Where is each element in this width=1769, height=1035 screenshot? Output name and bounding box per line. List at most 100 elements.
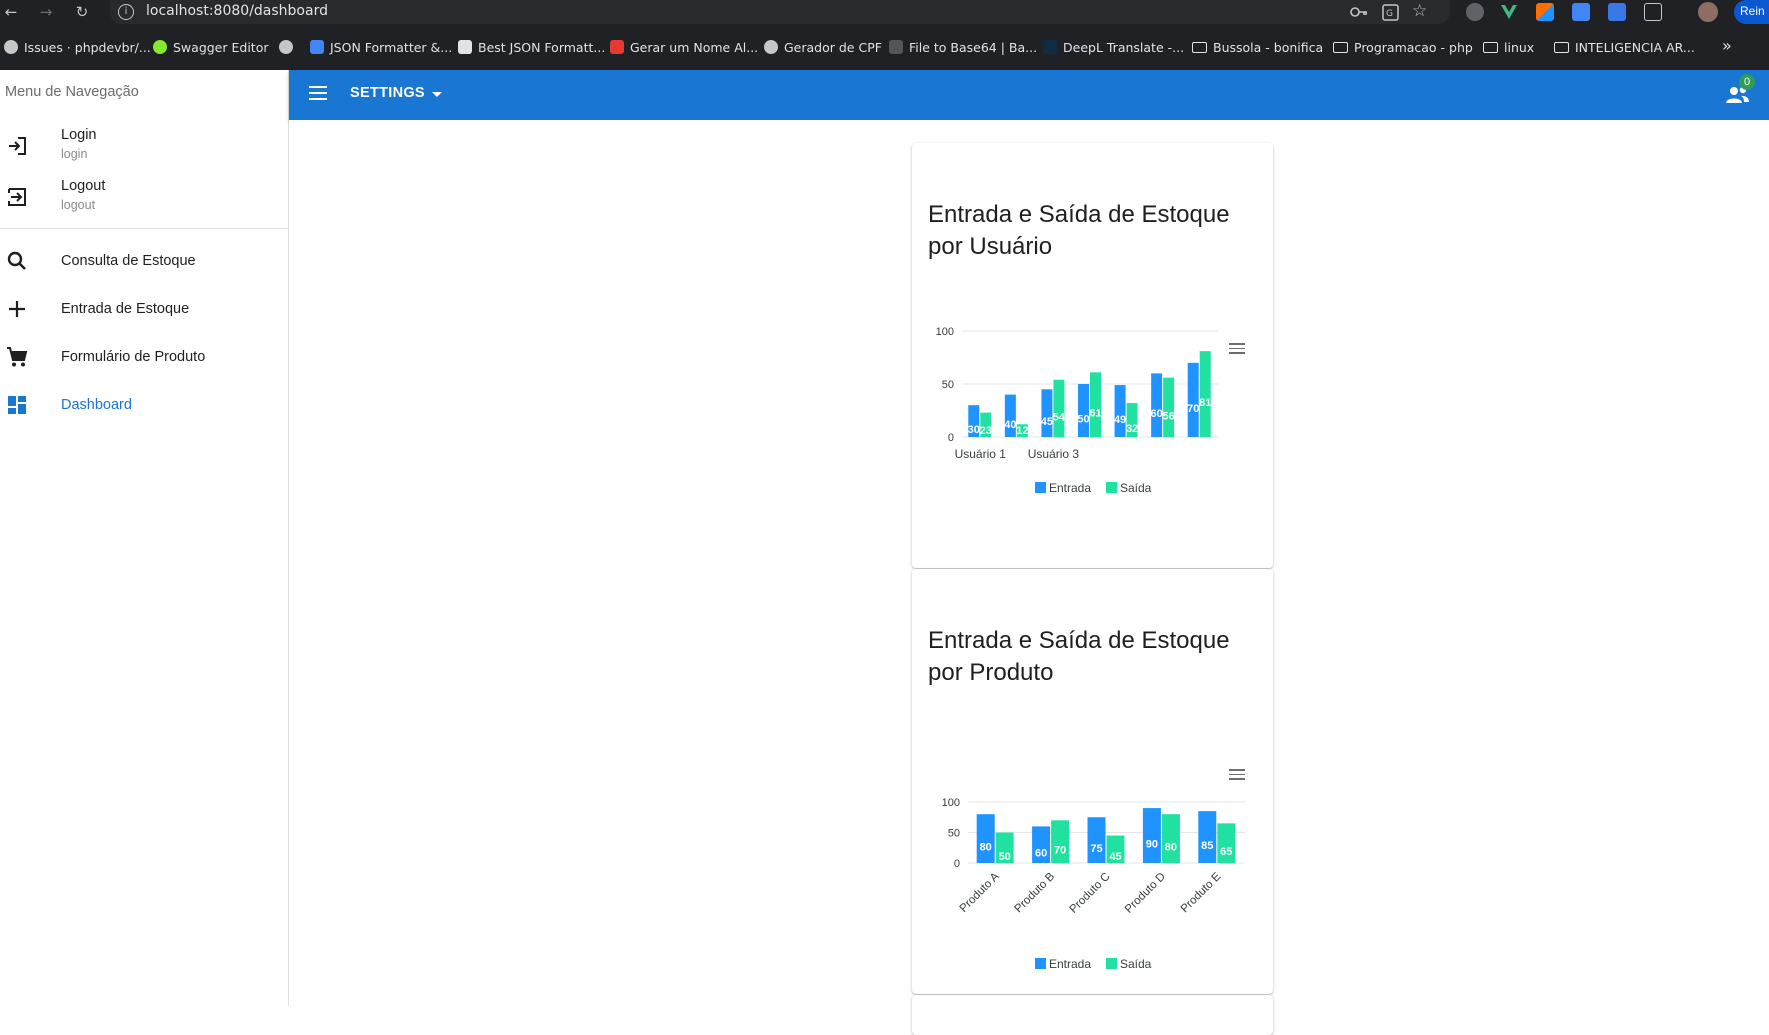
bookmark-item[interactable] [279,38,299,56]
bookmark-item[interactable]: Gerar um Nome Al... [610,38,758,56]
data-label: 50 [1077,414,1089,426]
bar-entrada [1114,385,1126,437]
nav-item-formulario-de-produto[interactable]: Formulário de Produto [0,334,288,380]
extension-icon[interactable] [1536,3,1554,21]
reload-icon[interactable]: ↻ [72,2,92,22]
caret-down-icon[interactable] [432,92,442,97]
bookmark-item[interactable]: File to Base64 | Ba... [889,38,1037,56]
checkbox-icon [310,40,324,54]
bookmark-item[interactable]: DeepL Translate -... [1043,38,1184,56]
bookmark-star-icon[interactable]: ☆ [1412,1,1427,21]
data-label: 60 [1151,408,1163,420]
bar-saída [1199,351,1211,437]
nav-item-entrada-de-estoque[interactable]: Entrada de Estoque [0,286,288,332]
legend-label: Saída [1120,957,1152,971]
bar-entrada [1041,389,1053,437]
data-label: 32 [1126,423,1138,435]
data-label: 60 [1035,848,1047,860]
base64-icon [889,40,903,54]
nav-item-consulta-de-estoque[interactable]: Consulta de Estoque [0,238,288,284]
data-label: 80 [980,842,992,854]
y-tick-label: 50 [942,379,954,391]
dashboard-icon [8,396,26,414]
bookmark-folder[interactable]: INTELIGENCIA AR... [1554,38,1695,56]
swagger-icon [153,40,167,54]
x-tick-label: Usuário 3 [1028,447,1080,461]
data-label: 70 [1054,845,1066,857]
bar-entrada [976,814,995,863]
bookmark-item[interactable]: JSON Formatter &... [310,38,452,56]
app-bar: SETTINGS 0 [289,70,1769,120]
address-bar[interactable]: i localhost:8080/dashboard G ☆ [110,0,1450,24]
nav-label: Entrada de Estoque [61,301,190,317]
translate-extension-icon[interactable] [1608,3,1626,21]
nav-item-logout[interactable]: Logout logout [0,172,288,218]
deepl-icon [1043,40,1057,54]
login-icon [9,137,26,155]
drawer-divider [0,228,288,229]
x-tick-label: Usuário 1 [955,447,1007,461]
x-tick-label: Produto C [1068,871,1113,916]
bookmark-item[interactable]: Gerador de CPF [764,38,882,56]
y-tick-label: 0 [948,432,954,444]
legend-swatch-saída [1106,958,1117,969]
bar-saída [1053,379,1065,437]
folder-icon [1483,41,1498,53]
bookmark-folder[interactable]: linux [1483,38,1534,56]
bookmark-folder[interactable]: Bussola - bonifica [1192,38,1323,56]
data-label: 12 [1016,425,1028,437]
nav-item-dashboard[interactable]: Dashboard [0,382,288,428]
nav-label: Formulário de Produto [61,349,206,365]
github-icon [4,40,18,54]
url-text[interactable]: localhost:8080/dashboard [146,3,328,19]
bookmark-item[interactable]: Issues · phpdevbr/... [4,38,151,56]
bookmark-item[interactable]: Best JSON Formatt... [458,38,605,56]
bar-entrada [1087,817,1106,863]
bar-saída [1163,377,1175,437]
nav-label: Dashboard [61,397,132,413]
folder-icon [1333,41,1348,53]
navigation-drawer: Menu de Navegação Login login Logout log… [0,70,289,1006]
legend-label: Entrada [1049,481,1091,495]
menu-icon[interactable] [309,86,327,100]
bar-chart-usuario: 05010030 23Usuário 1401245 54Usuário 350 61… [936,326,1218,495]
data-label: 49 [1114,414,1126,426]
data-label: 80 [1165,842,1177,854]
nav-sublabel: login [61,147,88,161]
shield-extension-icon[interactable] [1466,3,1484,21]
nav-label: Login [61,127,97,143]
forward-arrow-icon[interactable]: → [36,2,56,22]
data-label: 50 [999,851,1011,863]
vue-devtools-icon[interactable] [1500,3,1518,21]
chart-card-usuario: Entrada e Saída de Estoque por Usuário 0… [912,143,1273,568]
extensions-puzzle-icon[interactable] [1644,3,1662,21]
settings-menu-button[interactable]: SETTINGS [350,85,425,101]
site-info-icon[interactable]: i [118,4,134,20]
folder-icon [1554,41,1569,53]
browser-toolbar: ← → ↻ i localhost:8080/dashboard G ☆ Rei… [0,0,1769,24]
docs-extension-icon[interactable] [1572,3,1590,21]
x-tick-label: Produto A [958,870,1002,914]
translate-icon[interactable]: G [1382,4,1399,21]
bar-saída [1161,814,1180,863]
data-label: 54 [1053,411,1066,423]
bar-entrada [1142,808,1161,863]
folder-icon [1192,41,1207,53]
avatar[interactable] [1698,2,1718,22]
data-label: 90 [1146,839,1158,851]
back-arrow-icon[interactable]: ← [1,2,21,22]
bar-chart-produto: 0501008050Produto A60 70Produto B7545Prod… [942,797,1245,971]
bookmark-item[interactable]: Swagger Editor [153,38,268,56]
bookmark-folder[interactable]: Programacao - php [1333,38,1473,56]
profile-button[interactable]: Rein [1734,0,1769,24]
x-tick-label: Produto B [1013,870,1058,915]
bookmarks-bar: Issues · phpdevbr/... Swagger Editor JSO… [0,24,1769,70]
nav-item-login[interactable]: Login login [0,121,288,167]
more-bookmarks-icon[interactable]: » [1722,36,1732,55]
data-label: 40 [1004,419,1016,431]
password-key-icon[interactable] [1350,6,1368,18]
cart-icon [7,347,28,367]
data-label: 23 [980,425,992,437]
plus-icon [9,301,25,317]
bar-entrada [1151,373,1163,437]
